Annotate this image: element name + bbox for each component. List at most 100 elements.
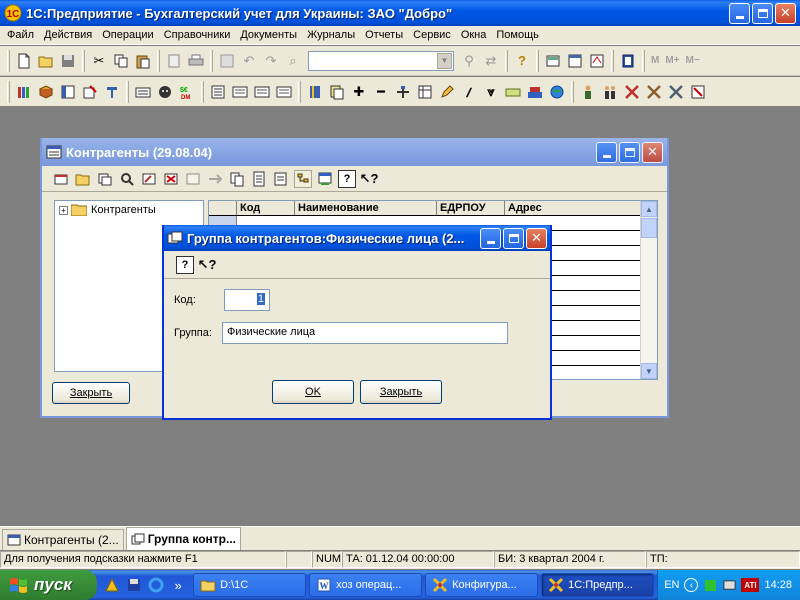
quicklaunch-more-icon[interactable]: » <box>169 576 187 594</box>
move-item-icon[interactable] <box>206 170 224 188</box>
invoice-icon[interactable] <box>231 83 249 101</box>
new-item-icon[interactable] <box>52 170 70 188</box>
kontr-maximize-button[interactable] <box>619 141 640 163</box>
internet-explorer-icon[interactable] <box>147 576 165 594</box>
quicklaunch-app-icon[interactable] <box>103 576 121 594</box>
expand-icon[interactable]: + <box>59 205 68 215</box>
minus-icon[interactable]: ━ <box>372 83 390 101</box>
start-button[interactable]: пуск <box>0 570 98 600</box>
print-icon[interactable] <box>272 170 290 188</box>
kontr-minimize-button[interactable] <box>596 141 617 163</box>
paste-icon[interactable] <box>134 52 152 70</box>
toolbar-grip[interactable] <box>7 49 10 72</box>
tools-cross-icon[interactable] <box>623 83 641 101</box>
tray-ati-icon[interactable]: ATI <box>741 578 760 592</box>
journal-icon[interactable] <box>59 83 77 101</box>
tools-cross-2-icon[interactable] <box>645 83 663 101</box>
books-icon[interactable] <box>15 83 33 101</box>
replace-icon[interactable]: ⇄ <box>482 52 500 70</box>
balance-icon[interactable] <box>394 83 412 101</box>
minimize-button[interactable] <box>729 2 750 24</box>
group-name-field[interactable]: Физические лица <box>222 322 508 344</box>
money-icon[interactable] <box>504 83 522 101</box>
ticker-icon[interactable] <box>134 83 152 101</box>
menu-operations[interactable]: Операции <box>97 29 158 41</box>
find-item-icon[interactable] <box>118 170 136 188</box>
dialog-close-button[interactable]: ✕ <box>526 227 547 249</box>
app-title-bar[interactable]: 1C 1С:Предприятие - Бухгалтерский учет д… <box>0 0 800 26</box>
tree-node-root[interactable]: + Контрагенты <box>55 201 203 219</box>
help-icon[interactable]: ? <box>338 169 356 188</box>
menu-documents[interactable]: Документы <box>235 29 302 41</box>
split-up-icon[interactable]: Ⳇ <box>460 83 478 101</box>
print-preview-icon[interactable] <box>165 52 183 70</box>
copy-item-icon[interactable] <box>96 170 114 188</box>
menu-file[interactable]: Файл <box>2 29 39 41</box>
task-button-configurator[interactable]: Конфигура... <box>425 573 539 597</box>
menu-journals[interactable]: Журналы <box>302 29 360 41</box>
operations-icon[interactable] <box>81 83 99 101</box>
ok-button[interactable]: OK <box>272 380 354 404</box>
help-icon[interactable]: ? <box>176 255 194 274</box>
task-button-folder[interactable]: D:\1C <box>193 573 307 597</box>
language-indicator[interactable]: EN <box>664 579 679 591</box>
worker-icon[interactable] <box>579 83 597 101</box>
table-scrollbar[interactable]: ▲ ▼ <box>640 201 657 379</box>
split-down-icon[interactable]: ⩔ <box>482 83 500 101</box>
book-icon[interactable] <box>619 52 637 70</box>
open-folder-icon[interactable] <box>37 52 55 70</box>
find-icon[interactable]: ⌕ <box>284 52 302 70</box>
plus-icon[interactable]: ✚ <box>350 83 368 101</box>
memory-button[interactable]: M <box>651 55 659 66</box>
task-button-1c[interactable]: 1С:Предпр... <box>541 573 655 597</box>
cut-icon[interactable]: ✂ <box>90 52 108 70</box>
reference-icon[interactable] <box>588 52 606 70</box>
pencil-icon[interactable] <box>438 83 456 101</box>
dialog-maximize-button[interactable] <box>503 227 524 249</box>
undo-icon[interactable]: ↶ <box>240 52 258 70</box>
face-icon[interactable] <box>156 83 174 101</box>
hierarchy-icon[interactable] <box>294 169 312 188</box>
new-document-icon[interactable] <box>15 52 33 70</box>
kontr-close-button[interactable]: ✕ <box>642 141 663 163</box>
quicklaunch-save-icon[interactable] <box>125 576 143 594</box>
edit-item-icon[interactable] <box>140 170 158 188</box>
window-tab-kontr[interactable]: Контрагенты (2... <box>2 529 124 550</box>
document-copy-icon[interactable] <box>328 83 346 101</box>
account-book-icon[interactable] <box>306 83 324 101</box>
context-help-icon[interactable]: ↖? <box>198 256 217 274</box>
context-help-icon[interactable]: ↖? <box>360 170 379 188</box>
toolbar-grip[interactable] <box>7 80 10 103</box>
scroll-up-icon[interactable]: ▲ <box>641 201 657 217</box>
menu-actions[interactable]: Действия <box>39 29 97 41</box>
help-icon[interactable]: ? <box>513 52 531 70</box>
tree-view-icon[interactable] <box>316 170 334 188</box>
list-icon[interactable] <box>209 83 227 101</box>
calendar-icon[interactable] <box>566 52 584 70</box>
menu-reports[interactable]: Отчеты <box>360 29 408 41</box>
tray-network-icon[interactable] <box>722 578 736 592</box>
memory-plus-button[interactable]: M+ <box>665 55 679 66</box>
payment-icon[interactable] <box>275 83 293 101</box>
window-tab-group[interactable]: Группа контр... <box>125 527 242 550</box>
menu-windows[interactable]: Окна <box>456 29 492 41</box>
settings-icon[interactable] <box>689 83 707 101</box>
kontr-close-window-button[interactable]: Закрыть <box>52 382 130 404</box>
memory-minus-button[interactable]: M− <box>686 55 700 66</box>
dialog-title-bar[interactable]: Группа контрагентов:Физические лица (2..… <box>164 225 550 251</box>
copy-icon[interactable] <box>228 170 246 188</box>
menu-catalogs[interactable]: Справочники <box>159 29 236 41</box>
save-icon[interactable] <box>59 52 77 70</box>
kontr-title-bar[interactable]: Контрагенты (29.08.04) ✕ <box>42 138 667 166</box>
tools-icon[interactable] <box>103 83 121 101</box>
calculator-icon[interactable] <box>544 52 562 70</box>
grid-icon[interactable] <box>218 52 236 70</box>
column-name[interactable]: Наименование <box>295 201 437 215</box>
catalog-icon[interactable] <box>37 83 55 101</box>
globe-icon[interactable] <box>548 83 566 101</box>
menu-service[interactable]: Сервис <box>408 29 456 41</box>
redo-icon[interactable]: ↷ <box>262 52 280 70</box>
tray-app-icon[interactable] <box>703 578 717 592</box>
tray-expand-icon[interactable]: ‹ <box>684 578 699 592</box>
new-group-icon[interactable] <box>74 170 92 188</box>
